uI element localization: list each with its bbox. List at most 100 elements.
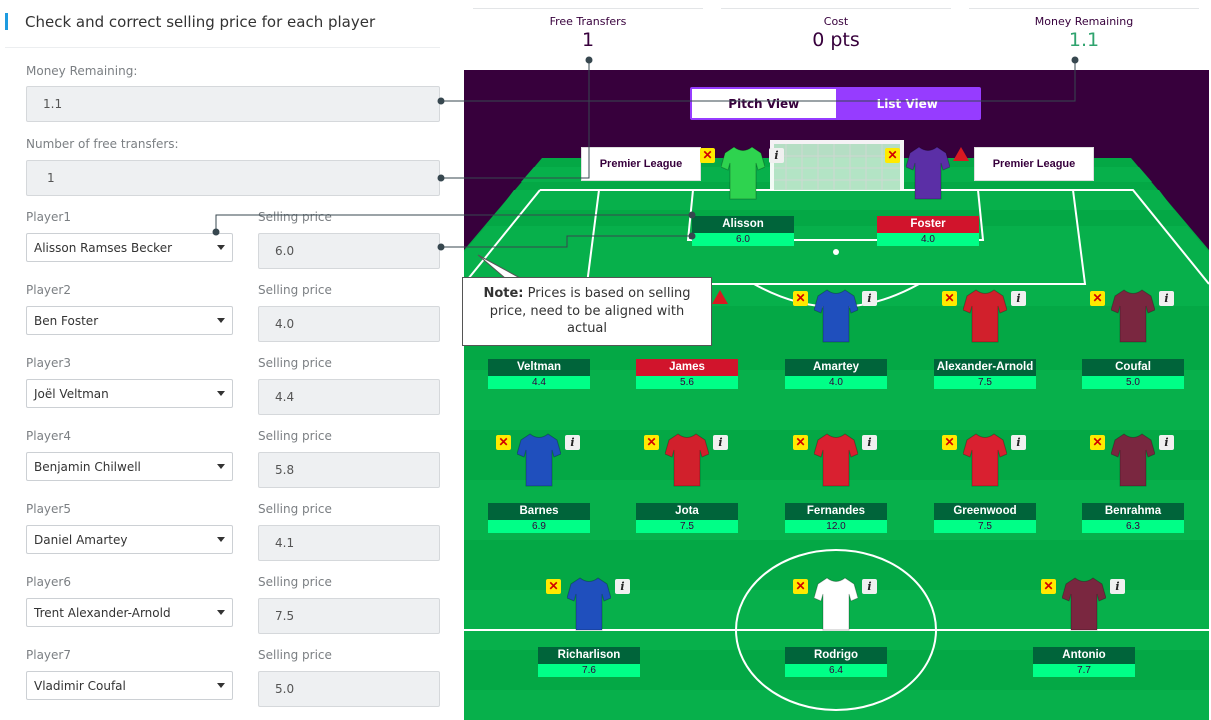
player-label: Player3 <box>26 356 71 370</box>
player-price: 4.0 <box>785 376 887 389</box>
player-select-value: Ben Foster <box>34 313 99 328</box>
player-card[interactable]: i ✕ Richarlison 7.6 <box>538 576 640 694</box>
selling-price-field[interactable]: 4.1 <box>258 525 440 561</box>
player-select[interactable]: Daniel Amartey <box>26 525 233 554</box>
player-price: 7.6 <box>538 664 640 677</box>
close-icon[interactable]: ✕ <box>793 435 808 450</box>
player-price: 7.5 <box>636 520 738 533</box>
info-icon[interactable]: i <box>769 148 784 163</box>
player-card[interactable]: i ✕ Alisson 6.0 <box>692 145 794 263</box>
free-transfers-field[interactable]: 1 <box>26 160 440 196</box>
close-icon[interactable]: ✕ <box>885 148 900 163</box>
selling-price-field[interactable]: 7.5 <box>258 598 440 634</box>
sponsor-board-right: Premier League <box>974 147 1094 181</box>
player-name: Foster <box>877 216 979 233</box>
close-icon[interactable]: ✕ <box>1090 435 1105 450</box>
player-price: 6.3 <box>1082 520 1184 533</box>
stat-value: 1 <box>581 29 595 51</box>
close-icon[interactable]: ✕ <box>942 435 957 450</box>
info-icon[interactable]: i <box>862 291 877 306</box>
player-card[interactable]: i ✕ Alexander-Arnold 7.5 <box>934 288 1036 406</box>
selling-price-label: Selling price <box>258 648 332 662</box>
info-icon[interactable]: i <box>862 435 877 450</box>
sponsor-board-left: Premier League <box>581 147 701 181</box>
close-icon[interactable]: ✕ <box>546 579 561 594</box>
stat-money-remaining: Money Remaining 1.1 <box>969 8 1199 60</box>
tab-list-view[interactable]: List View <box>835 89 979 118</box>
player-price: 7.5 <box>934 376 1036 389</box>
close-icon[interactable]: ✕ <box>700 148 715 163</box>
player-card[interactable]: i ✕ Fernandes 12.0 <box>785 432 887 550</box>
player-label: Player2 <box>26 283 71 297</box>
player-price: 12.0 <box>785 520 887 533</box>
shirt-icon <box>814 577 858 631</box>
close-icon[interactable]: ✕ <box>1041 579 1056 594</box>
player-select-value: Vladimir Coufal <box>34 678 126 693</box>
info-icon[interactable]: i <box>565 435 580 450</box>
shirt-icon <box>517 433 561 487</box>
info-icon[interactable]: i <box>615 579 630 594</box>
player-select[interactable]: Alisson Ramses Becker <box>26 233 233 262</box>
selling-price-field[interactable]: 5.8 <box>258 452 440 488</box>
player-card[interactable]: ✕ Foster 4.0 <box>877 145 979 263</box>
player-select[interactable]: Trent Alexander-Arnold <box>26 598 233 627</box>
player-card[interactable]: i ✕ Rodrigo 6.4 <box>785 576 887 694</box>
player-price: 6.4 <box>785 664 887 677</box>
selling-price-label: Selling price <box>258 210 332 224</box>
player-name: Alexander-Arnold <box>934 359 1036 376</box>
money-remaining-field[interactable]: 1.1 <box>26 86 440 122</box>
player-select-value: Daniel Amartey <box>34 532 128 547</box>
player-select[interactable]: Ben Foster <box>26 306 233 335</box>
player-card[interactable]: i ✕ Greenwood 7.5 <box>934 432 1036 550</box>
player-card[interactable]: i ✕ Jota 7.5 <box>636 432 738 550</box>
player-select-value: Trent Alexander-Arnold <box>34 605 171 620</box>
chevron-down-icon <box>217 318 225 323</box>
player-name: Fernandes <box>785 503 887 520</box>
selling-price-field[interactable]: 4.4 <box>258 379 440 415</box>
player-name: Rodrigo <box>785 647 887 664</box>
close-icon[interactable]: ✕ <box>644 435 659 450</box>
tab-pitch-view[interactable]: Pitch View <box>692 89 836 118</box>
close-icon[interactable]: ✕ <box>1090 291 1105 306</box>
close-icon[interactable]: ✕ <box>496 435 511 450</box>
player-card[interactable]: i ✕ Amartey 4.0 <box>785 288 887 406</box>
selling-price-field[interactable]: 5.0 <box>258 671 440 707</box>
info-icon[interactable]: i <box>1011 291 1026 306</box>
info-icon[interactable]: i <box>1011 435 1026 450</box>
shirt-icon <box>665 433 709 487</box>
close-icon[interactable]: ✕ <box>793 579 808 594</box>
player-price: 7.7 <box>1033 664 1135 677</box>
player-label: Player1 <box>26 210 71 224</box>
player-card[interactable]: i ✕ Barnes 6.9 <box>488 432 590 550</box>
money-remaining-label: Money Remaining: <box>26 64 138 78</box>
warning-icon <box>712 290 728 304</box>
player-select[interactable]: Joël Veltman <box>26 379 233 408</box>
close-icon[interactable]: ✕ <box>942 291 957 306</box>
info-icon[interactable]: i <box>1159 435 1174 450</box>
player-select[interactable]: Benjamin Chilwell <box>26 452 233 481</box>
info-icon[interactable]: i <box>1110 579 1125 594</box>
info-icon[interactable]: i <box>862 579 877 594</box>
player-card[interactable]: i ✕ Coufal 5.0 <box>1082 288 1184 406</box>
info-icon[interactable]: i <box>713 435 728 450</box>
stat-label: Cost <box>823 15 849 28</box>
info-icon[interactable]: i <box>1159 291 1174 306</box>
player-card[interactable]: i ✕ Antonio 7.7 <box>1033 576 1135 694</box>
stat-cost: Cost 0 pts <box>721 8 951 60</box>
player-select-value: Benjamin Chilwell <box>34 459 141 474</box>
selling-price-field[interactable]: 6.0 <box>258 233 440 269</box>
pitch: Pitch View List View Premier League Prem… <box>464 70 1209 720</box>
shirt-icon <box>567 577 611 631</box>
player-name: Jota <box>636 503 738 520</box>
chevron-down-icon <box>217 245 225 250</box>
player-name: Greenwood <box>934 503 1036 520</box>
player-label: Player4 <box>26 429 71 443</box>
chevron-down-icon <box>217 391 225 396</box>
player-card[interactable]: i ✕ Benrahma 6.3 <box>1082 432 1184 550</box>
close-icon[interactable]: ✕ <box>793 291 808 306</box>
chevron-down-icon <box>217 537 225 542</box>
selling-price-field[interactable]: 4.0 <box>258 306 440 342</box>
player-select[interactable]: Vladimir Coufal <box>26 671 233 700</box>
stat-value: 1.1 <box>1068 29 1100 51</box>
player-price: 6.9 <box>488 520 590 533</box>
